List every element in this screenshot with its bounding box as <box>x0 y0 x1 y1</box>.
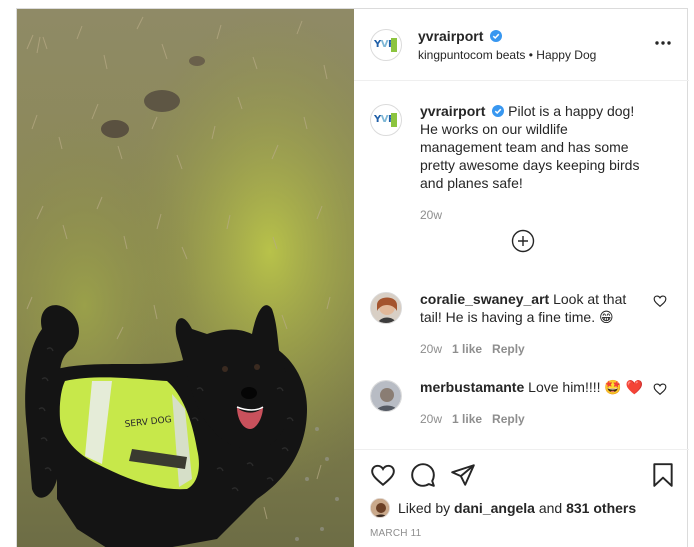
comment-username[interactable]: coralie_swaney_art <box>420 291 549 307</box>
dog-photo: SERV DOG <box>17 9 354 547</box>
post-date[interactable]: MARCH 11 <box>370 528 421 539</box>
comment-reply-button[interactable]: Reply <box>492 412 525 426</box>
comment-text: Love him!!!! 🤩 ❤️ <box>528 379 644 395</box>
paper-plane-icon[interactable] <box>450 462 476 488</box>
comment-text-block: coralie_swaney_art Look at that tail! He… <box>420 290 646 358</box>
comment-age: 20w <box>420 342 443 356</box>
comment-reply-button[interactable]: Reply <box>492 342 525 356</box>
verified-badge-icon <box>490 30 503 42</box>
audio-link[interactable]: kingpuntocom beats • Happy Dog <box>418 48 596 62</box>
bookmark-icon[interactable] <box>650 462 676 488</box>
load-more-comments-icon[interactable] <box>511 229 535 253</box>
liked-by-others[interactable]: 831 others <box>566 500 636 516</box>
post-actions: Liked by dani_angela and 831 others MARC… <box>354 449 689 547</box>
comment-likes[interactable]: 1 like <box>452 342 482 356</box>
comment-meta: 20w 1 like Reply <box>420 340 646 358</box>
caption-text-block: yvrairport Pilot is a happy dog! He work… <box>420 102 652 224</box>
comments-area[interactable]: YVR yvrairport Pilot is a happy dog! He … <box>354 82 689 448</box>
comment-likes[interactable]: 1 like <box>452 412 482 426</box>
post-header: YVR yvrairport kingpuntocom beats • Happ… <box>354 9 689 81</box>
account-username[interactable]: yvrairport <box>418 28 483 44</box>
post-details-panel: YVR yvrairport kingpuntocom beats • Happ… <box>354 9 689 547</box>
account-avatar[interactable]: YVR <box>370 29 402 61</box>
comment-like-heart-icon[interactable] <box>653 382 667 396</box>
commenter-avatar[interactable] <box>370 292 402 324</box>
liked-by-prefix: Liked by <box>398 500 451 516</box>
more-options-icon[interactable] <box>653 37 673 49</box>
post-photo[interactable]: SERV DOG <box>17 9 354 547</box>
liked-by-conj: and <box>538 500 563 516</box>
caption-avatar[interactable]: YVR <box>370 104 402 136</box>
comment-meta: 20w 1 like Reply <box>420 410 646 428</box>
commenter-avatar[interactable] <box>370 380 402 412</box>
comment-like-heart-icon[interactable] <box>653 294 667 308</box>
heart-icon[interactable] <box>370 462 396 488</box>
verified-badge-icon <box>492 105 505 117</box>
liker-avatar[interactable] <box>370 498 390 518</box>
comment-age: 20w <box>420 412 443 426</box>
comment-username[interactable]: merbustamante <box>420 379 524 395</box>
comment-text-block: merbustamante Love him!!!! 🤩 ❤️ 20w 1 lik… <box>420 378 646 428</box>
liked-by-user[interactable]: dani_angela <box>454 500 535 516</box>
caption-username[interactable]: yvrairport <box>420 103 485 119</box>
comment-icon[interactable] <box>410 462 436 488</box>
instagram-post: SERV DOG YVR yvrairport kingpuntocom bea… <box>16 8 689 547</box>
caption-age: 20w <box>420 208 443 222</box>
